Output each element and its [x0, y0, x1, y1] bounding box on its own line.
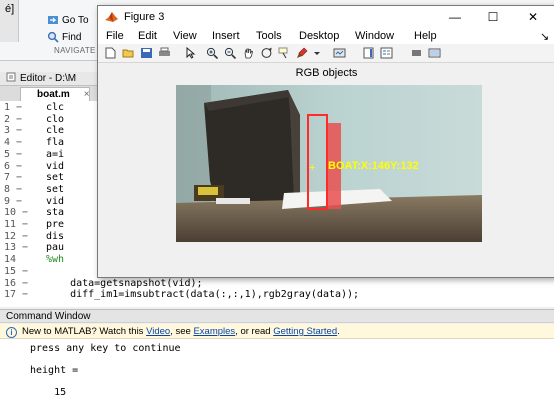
- close-button[interactable]: ✕: [519, 9, 547, 25]
- boat-position-label: BOAT:X:146Y:132: [328, 160, 419, 172]
- examples-link[interactable]: Examples: [193, 326, 235, 337]
- show-plot-tools-icon[interactable]: [428, 47, 441, 59]
- tab-boat-m[interactable]: boat.m ×: [20, 87, 90, 101]
- getting-started-link[interactable]: Getting Started: [273, 326, 337, 337]
- line-number: 3 −: [4, 125, 23, 137]
- line-number: 13 −: [4, 242, 29, 254]
- editor-icon: [6, 72, 16, 85]
- line-number: 4 −: [4, 137, 23, 149]
- code-text: data=getsnapshot(vid);: [46, 277, 203, 289]
- code-text: set: [46, 172, 65, 184]
- goto-button[interactable]: Go To: [47, 12, 89, 28]
- code-text: clc: [46, 102, 65, 113]
- code-text: dis: [46, 230, 65, 242]
- menu-overflow-icon[interactable]: ↘: [540, 30, 549, 43]
- figure-window[interactable]: Figure 3 — ☐ ✕ File Edit View Insert Too…: [97, 5, 554, 278]
- menu-tools[interactable]: Tools: [256, 30, 282, 42]
- ribbon-left-stub[interactable]: é]: [0, 0, 19, 42]
- code-text: a=i: [46, 148, 65, 160]
- menu-view[interactable]: View: [173, 30, 197, 42]
- link-icon[interactable]: [333, 47, 346, 59]
- find-icon: [47, 31, 59, 43]
- pan-icon[interactable]: [242, 47, 255, 59]
- menu-edit[interactable]: Edit: [138, 30, 157, 42]
- code-text: clo: [46, 113, 65, 125]
- line-number: 6 −: [4, 160, 23, 172]
- figure-toolbar: [98, 44, 554, 63]
- code-text: set: [46, 183, 65, 195]
- line-number: 7 −: [4, 172, 23, 184]
- code-text: cle: [46, 125, 65, 137]
- command-window-title: Command Window: [0, 309, 554, 323]
- line-number: 16 −: [4, 277, 29, 289]
- line-number: 17 −: [4, 289, 29, 301]
- code-line[interactable]: 17 − diff_im1=imsubtract(data(:,:,1),rgb…: [0, 289, 554, 301]
- rotate-icon[interactable]: [260, 47, 273, 59]
- hide-plot-tools-icon[interactable]: [410, 47, 423, 59]
- open-icon[interactable]: [122, 47, 135, 59]
- figure-canvas[interactable]: RGB objects + BOAT:X:146Y:132: [98, 63, 554, 277]
- brush-dropdown-icon[interactable]: [314, 47, 320, 59]
- code-text: sta: [46, 207, 65, 219]
- menu-help[interactable]: Help: [414, 30, 437, 42]
- line-number: 5 −: [4, 148, 23, 160]
- code-line[interactable]: 16 − data=getsnapshot(vid);: [0, 277, 554, 289]
- code-text: fla: [46, 137, 65, 149]
- info-icon: i: [6, 327, 17, 338]
- menu-desktop[interactable]: Desktop: [299, 30, 339, 42]
- menu-file[interactable]: File: [106, 30, 124, 42]
- line-number: 8 −: [4, 183, 23, 195]
- line-number: 9 −: [4, 195, 23, 207]
- command-output-line: 15: [30, 387, 67, 398]
- line-number: 11 −: [4, 219, 29, 230]
- command-output-line: height =: [30, 365, 79, 376]
- line-number: 1 −: [4, 102, 23, 113]
- new-figure-icon[interactable]: [104, 47, 117, 59]
- centroid-marker: +: [309, 162, 315, 174]
- goto-icon: [47, 14, 59, 26]
- line-number: 2 −: [4, 113, 23, 125]
- line-number: 14: [4, 254, 17, 266]
- video-link[interactable]: Video: [146, 326, 170, 337]
- axes-title: RGB objects: [295, 67, 358, 79]
- command-output-line: press any key to continue: [30, 343, 181, 354]
- code-text: pre: [46, 219, 65, 230]
- navigate-group-label: NAVIGATE: [54, 46, 96, 55]
- pointer-icon[interactable]: [184, 46, 197, 59]
- tab-close-icon[interactable]: ×: [84, 89, 90, 100]
- code-text: diff_im1=imsubtract(data(:,:,1),rgb2gray…: [46, 289, 360, 301]
- editor-title: Editor - D:\M: [20, 73, 77, 84]
- figure-menubar: File Edit View Insert Tools Desktop Wind…: [98, 28, 554, 44]
- zoom-out-icon[interactable]: [224, 47, 237, 60]
- figure-title: Figure 3: [124, 11, 165, 23]
- menu-window[interactable]: Window: [355, 30, 394, 42]
- zoom-in-icon[interactable]: [206, 47, 219, 60]
- command-window-output[interactable]: press any key to continue height = 15: [0, 339, 554, 401]
- data-cursor-icon[interactable]: [278, 47, 291, 59]
- find-button[interactable]: Find: [47, 29, 81, 45]
- colorbar-icon[interactable]: [362, 47, 375, 59]
- code-text: %wh: [46, 254, 65, 266]
- matlab-logo-icon: [105, 11, 118, 23]
- camera-snapshot-image[interactable]: + BOAT:X:146Y:132: [176, 85, 482, 242]
- print-icon[interactable]: [158, 47, 171, 59]
- tab-label: boat.m: [37, 89, 70, 100]
- figure-titlebar[interactable]: Figure 3 — ☐ ✕: [98, 6, 554, 28]
- save-icon[interactable]: [140, 47, 153, 59]
- maximize-button[interactable]: ☐: [479, 9, 507, 25]
- line-number: 12 −: [4, 230, 29, 242]
- brush-icon[interactable]: [296, 47, 309, 59]
- minimize-button[interactable]: —: [441, 9, 469, 25]
- code-text: vid: [46, 195, 65, 207]
- line-number: 10 −: [4, 207, 29, 219]
- menu-insert[interactable]: Insert: [212, 30, 240, 42]
- code-text: vid: [46, 160, 65, 172]
- code-text: pau: [46, 242, 65, 254]
- matlab-intro-banner: New to MATLAB? Watch this Video, see Exa…: [0, 324, 554, 339]
- legend-icon[interactable]: [380, 47, 393, 59]
- line-number: 15 −: [4, 265, 29, 277]
